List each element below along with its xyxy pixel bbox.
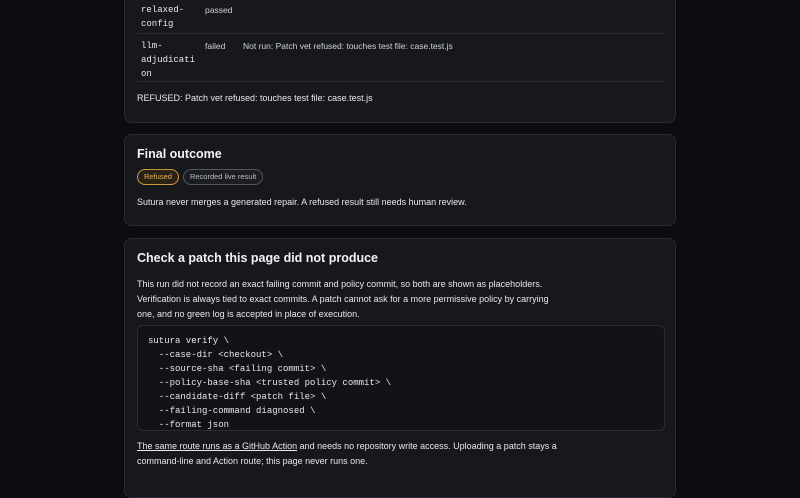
- verify-card: Check a patch this page did not produce …: [124, 238, 676, 498]
- code-line: --source-sha <failing commit> \: [148, 364, 327, 374]
- check-status: passed: [205, 5, 233, 15]
- checks-card: relaxed- config passed llm- adjudicati o…: [124, 0, 676, 123]
- check-name: relaxed- config: [141, 5, 185, 29]
- final-outcome-card: Final outcome Refused Recorded live resu…: [124, 134, 676, 226]
- code-line: --case-dir <checkout> \: [148, 350, 284, 360]
- section-title: Final outcome: [137, 147, 222, 161]
- code-line: --candidate-diff <patch file> \: [148, 392, 327, 402]
- code-block[interactable]: sutura verify \ --case-dir <checkout> \ …: [137, 325, 665, 431]
- github-action-link[interactable]: The same route runs as a GitHub Action: [137, 441, 297, 451]
- row-divider: [137, 33, 665, 34]
- row-divider: [137, 81, 665, 82]
- status-badge-recorded: Recorded live result: [182, 169, 264, 185]
- verify-footer: The same route runs as a GitHub Action a…: [137, 439, 557, 469]
- section-title: Check a patch this page did not produce: [137, 251, 379, 265]
- code-line: --policy-base-sha <trusted policy commit…: [148, 378, 392, 388]
- check-status: failed: [205, 41, 226, 51]
- code-line: sutura verify \: [148, 336, 230, 346]
- refused-note: REFUSED: Patch vet refused: touches test…: [137, 93, 373, 103]
- check-name: llm- adjudicati on: [141, 41, 196, 79]
- outcome-description: Sutura never merges a generated repair. …: [137, 197, 467, 207]
- verify-description: This run did not record an exact failing…: [137, 279, 549, 319]
- status-badge-refused: Refused: [137, 169, 179, 185]
- code-line: --format json: [148, 420, 230, 430]
- check-detail: Not run: Patch vet refused: touches test…: [243, 41, 453, 51]
- badge-group: Refused Recorded live result: [137, 169, 264, 185]
- code-line: --failing-command diagnosed \: [148, 406, 316, 416]
